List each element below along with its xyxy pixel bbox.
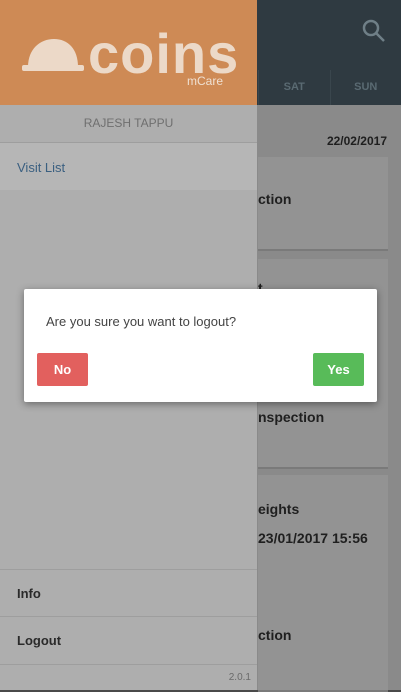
drawer-item-label: Info <box>17 586 41 601</box>
logo-subtext: mCare <box>187 74 223 88</box>
search-button[interactable] <box>361 18 387 44</box>
drawer-item-label: Logout <box>17 633 61 648</box>
no-button[interactable]: No <box>37 353 88 386</box>
user-name: RAJESH TAPPU <box>0 105 257 143</box>
search-icon <box>361 18 387 44</box>
dialog-message: Are you sure you want to logout? <box>46 314 236 329</box>
divider <box>0 664 257 665</box>
day-tabs: SAT SUN <box>258 70 401 105</box>
app-version: 2.0.1 <box>229 672 251 683</box>
drawer-item-logout[interactable]: Logout <box>0 616 257 663</box>
logout-dialog: Are you sure you want to logout? No Yes <box>24 289 377 402</box>
card-title: ction <box>258 627 291 643</box>
card-title: eights <box>258 501 299 517</box>
drawer-item-visit-list[interactable]: Visit List <box>0 143 257 190</box>
card-title: nspection <box>258 409 324 425</box>
yes-button[interactable]: Yes <box>313 353 364 386</box>
tab-sun[interactable]: SUN <box>330 70 401 105</box>
drawer-header: coins mCare <box>0 0 257 105</box>
date-label: 22/02/2017 <box>327 134 387 148</box>
drawer-item-label: Visit List <box>17 160 65 175</box>
helmet-logo-icon <box>22 37 84 73</box>
tab-sat[interactable]: SAT <box>258 70 330 105</box>
drawer-item-info[interactable]: Info <box>0 569 257 616</box>
card-title: ction <box>258 191 291 207</box>
card-datetime: 23/01/2017 15:56 <box>258 530 368 546</box>
